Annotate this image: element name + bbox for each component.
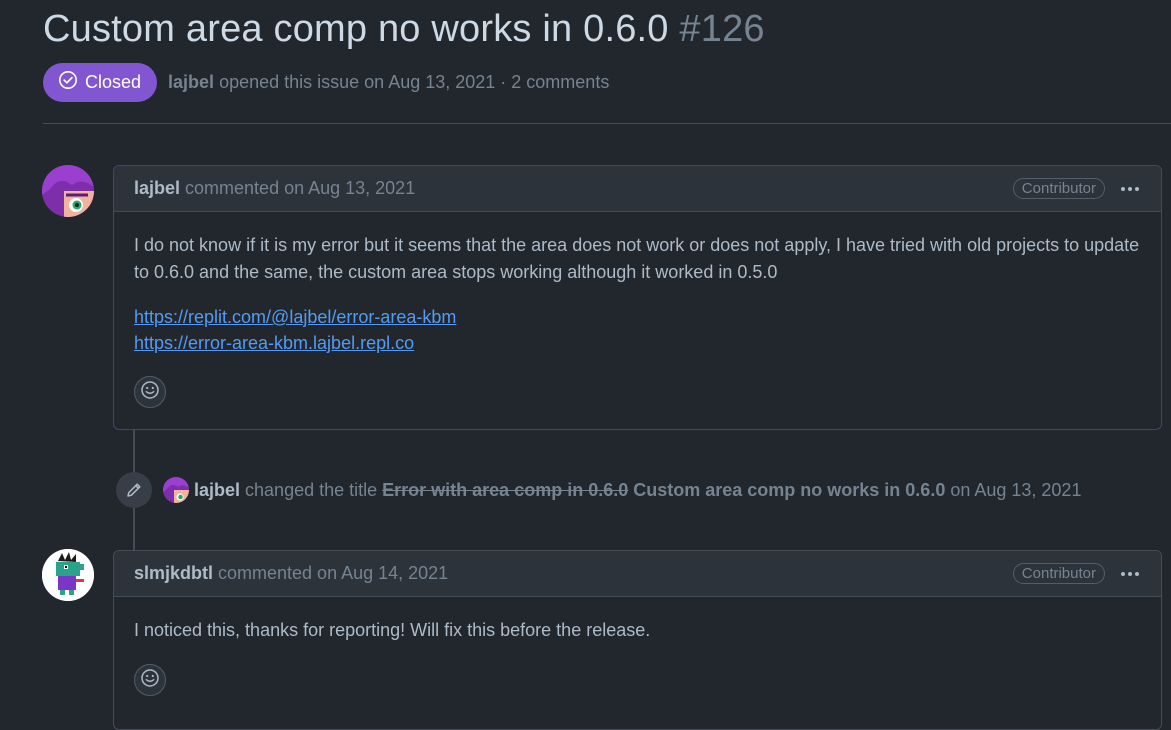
avatar[interactable]	[163, 477, 189, 503]
add-reaction-button[interactable]	[134, 664, 166, 696]
comment-header: lajbel commented on Aug 13, 2021 Contrib…	[114, 166, 1161, 212]
issue-title-text: Custom area comp no works in 0.6.0	[43, 8, 669, 50]
header-divider	[43, 123, 1171, 124]
avatar[interactable]	[42, 549, 94, 601]
issue-opened-text: opened this issue on Aug 13, 2021 · 2 co…	[219, 72, 610, 92]
avatar[interactable]	[42, 165, 94, 217]
pencil-icon	[116, 472, 152, 508]
comment-timestamp[interactable]: commented on Aug 13, 2021	[185, 178, 415, 199]
comment-links: https://replit.com/@lajbel/error-area-kb…	[134, 304, 1141, 356]
event-new-title: Custom area comp no works in 0.6.0	[633, 479, 946, 500]
comment-text: I noticed this, thanks for reporting! Wi…	[134, 620, 651, 640]
issue-number: #126	[679, 8, 765, 50]
comment-author-link[interactable]: lajbel	[134, 178, 180, 199]
event-date[interactable]: on Aug 13, 2021	[950, 480, 1081, 501]
title-change-event: lajbel changed the title Error with area…	[116, 472, 1081, 508]
comment-header: slmjkdbtl commented on Aug 14, 2021 Cont…	[114, 551, 1161, 597]
issue-author-link[interactable]: lajbel	[168, 72, 214, 93]
contributor-badge: Contributor	[1012, 563, 1105, 584]
comment-link[interactable]: https://error-area-kbm.lajbel.repl.co	[134, 330, 1141, 356]
event-old-title: Error with area comp in 0.6.0	[382, 479, 629, 500]
smiley-icon	[140, 668, 160, 693]
comment-link[interactable]: https://replit.com/@lajbel/error-area-kb…	[134, 304, 1141, 330]
kebab-icon[interactable]	[1119, 564, 1141, 584]
add-reaction-button[interactable]	[134, 376, 166, 408]
smiley-icon	[140, 380, 160, 405]
event-action: changed the title	[245, 479, 378, 500]
contributor-badge: Contributor	[1012, 178, 1105, 199]
closed-issue-icon	[58, 70, 78, 95]
comment-author-link[interactable]: slmjkdbtl	[134, 563, 213, 584]
comment-body: I noticed this, thanks for reporting! Wi…	[114, 597, 1161, 644]
issue-state-badge: Closed	[43, 63, 158, 102]
issue-state-label: Closed	[85, 72, 142, 92]
comment: slmjkdbtl commented on Aug 14, 2021 Cont…	[113, 550, 1162, 730]
comment-text: I do not know if it is my error but it s…	[134, 235, 1140, 282]
issue-title: Custom area comp no works in 0.6.0 #126	[43, 8, 765, 51]
comment: lajbel commented on Aug 13, 2021 Contrib…	[113, 165, 1162, 430]
event-author-link[interactable]: lajbel	[194, 480, 240, 501]
comment-timestamp[interactable]: commented on Aug 14, 2021	[218, 563, 448, 584]
issue-meta: Closed lajbel opened this issue on Aug 1…	[43, 63, 609, 102]
kebab-icon[interactable]	[1119, 179, 1141, 199]
comment-body: I do not know if it is my error but it s…	[114, 212, 1161, 356]
